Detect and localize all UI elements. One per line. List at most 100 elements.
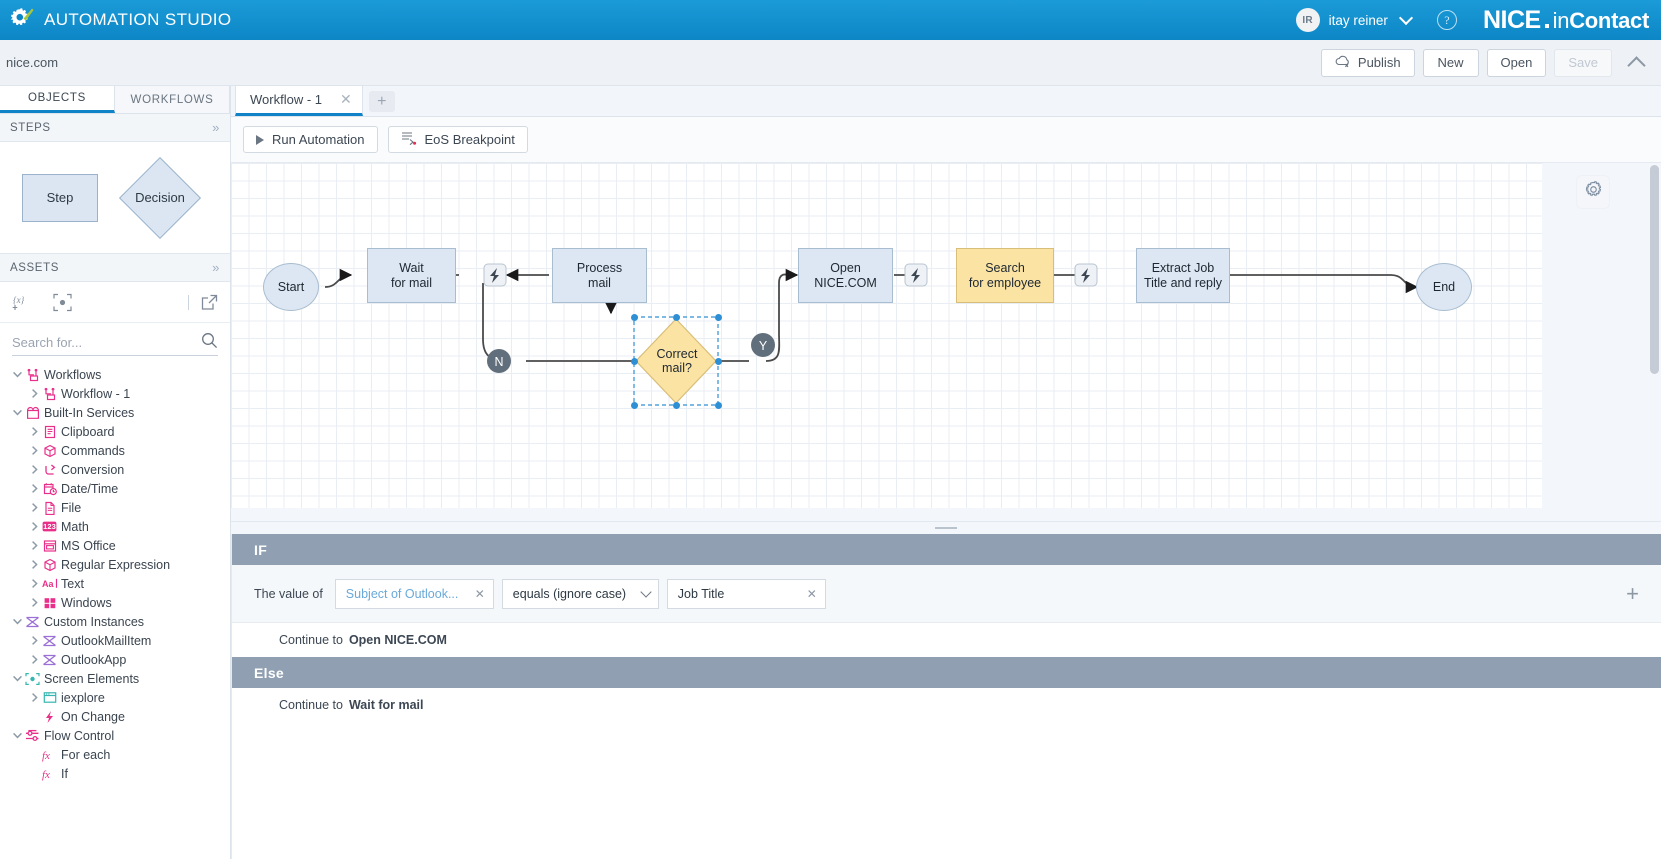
plus-icon[interactable]: + [368,91,395,112]
tree-item-label: File [61,500,82,515]
chevron-right-icon[interactable] [27,578,41,589]
search-input[interactable] [12,335,201,350]
new-button[interactable]: New [1422,48,1479,77]
add-condition-button[interactable]: + [1626,582,1639,605]
tree-item-custom-instances[interactable]: Custom Instances [0,612,230,631]
selection-handle-w[interactable] [630,357,638,365]
add-variable-icon[interactable]: {x} [12,293,31,312]
condition-left-field[interactable]: Subject of Outlook... ✕ [334,578,494,609]
condition-operator-select[interactable]: equals (ignore case) [501,578,659,609]
browser-window-icon [41,691,58,704]
condition-right-field[interactable]: Job Title ✕ [666,578,826,609]
clear-icon[interactable]: ✕ [463,587,485,601]
tree-item-outlookmailitem[interactable]: OutlookMailItem [0,631,230,650]
selection-handle-ne[interactable] [714,313,722,321]
tab-workflows[interactable]: WORKFLOWS [115,86,230,113]
tree-item-if[interactable]: fx If [0,764,230,783]
tree-item-clipboard[interactable]: Clipboard [0,422,230,441]
chevron-right-icon[interactable] [27,559,41,570]
chevron-up-icon[interactable] [1627,55,1646,75]
double-chevron-up-icon[interactable]: » [212,261,220,274]
tree-item-ms-office[interactable]: MS Office [0,536,230,555]
eos-breakpoint-button[interactable]: EoS Breakpoint [387,126,528,153]
tree-item-workflow-1[interactable]: Workflow - 1 [0,384,230,403]
run-automation-button[interactable]: Run Automation [243,126,378,153]
selection-handle-sw[interactable] [630,401,638,409]
chevron-right-icon[interactable] [27,692,41,703]
chevron-right-icon[interactable] [27,540,41,551]
else-continue-row[interactable]: Continue to Wait for mail [232,688,1661,722]
chevron-down-icon[interactable] [10,673,24,684]
node-search-for-employee[interactable]: Search for employee [956,248,1054,303]
selection-handle-e[interactable] [714,357,722,365]
chevron-down-icon[interactable] [1398,10,1414,26]
tree-item-workflows[interactable]: Workflows [0,365,230,384]
node-correct-mail-label[interactable]: Correct mail? [635,318,719,404]
screen-element-picker-icon[interactable] [53,293,72,312]
tree-item-outlookapp[interactable]: OutlookApp [0,650,230,669]
selection-handle-nw[interactable] [630,313,638,321]
node-start[interactable]: Start [263,263,319,311]
chevron-down-icon[interactable] [10,407,24,418]
asset-search-box[interactable] [12,330,218,356]
chevron-right-icon[interactable] [27,445,41,456]
chevron-down-icon[interactable] [10,616,24,627]
canvas-settings-button[interactable] [1577,176,1609,208]
tree-item-math[interactable]: 123 Math [0,517,230,536]
selection-handle-se[interactable] [714,401,722,409]
automation-studio-logo-icon [0,6,44,34]
selection-handle-s[interactable] [672,401,680,409]
tree-item-conversion[interactable]: Conversion [0,460,230,479]
tree-item-regular-expression[interactable]: Regular Expression [0,555,230,574]
palette-decision-shape[interactable]: Decision [114,152,206,244]
tree-item-flow-control[interactable]: Flow Control [0,726,230,745]
help-icon[interactable]: ? [1436,10,1457,30]
chevron-down-icon[interactable] [10,369,24,380]
node-wait-for-mail[interactable]: Wait for mail [367,248,456,303]
scrollbar-thumb[interactable] [1650,165,1659,374]
tree-item-built-in-services[interactable]: Built-In Services [0,403,230,422]
user-name[interactable]: itay reiner [1329,13,1388,28]
chevron-down-icon[interactable] [10,730,24,741]
node-extract-job-title[interactable]: Extract Job Title and reply [1136,248,1230,303]
node-open-nice-com[interactable]: Open NICE.COM [798,248,893,303]
node-end[interactable]: End [1416,263,1472,311]
tree-item-for-each[interactable]: fx For each [0,745,230,764]
open-external-icon[interactable] [201,294,218,311]
tree-item-text[interactable]: Aa Text [0,574,230,593]
workflow-canvas[interactable]: N Y Start Wait for mail Process mail Cor… [231,163,1542,508]
chevron-right-icon[interactable] [27,483,41,494]
chevron-right-icon[interactable] [27,635,41,646]
tree-item-file[interactable]: File [0,498,230,517]
close-icon[interactable]: ✕ [340,91,352,108]
tree-item-windows[interactable]: Windows [0,593,230,612]
chevron-right-icon[interactable] [27,388,41,399]
palette-step-shape[interactable]: Step [22,173,98,222]
tab-workflow-1[interactable]: Workflow - 1 ✕ [235,85,363,116]
chevron-right-icon[interactable] [27,597,41,608]
tree-item-date-time[interactable]: Date/Time [0,479,230,498]
chevron-right-icon[interactable] [27,521,41,532]
chevron-right-icon[interactable] [27,464,41,475]
tree-item-on-change[interactable]: On Change [0,707,230,726]
panel-splitter[interactable] [231,521,1661,534]
edge-badge-n: N [487,349,511,373]
tree-item-commands[interactable]: Commands [0,441,230,460]
double-chevron-up-icon[interactable]: » [212,121,220,134]
tree-item-iexplore[interactable]: iexplore [0,688,230,707]
then-continue-row[interactable]: Continue to Open NICE.COM [232,623,1661,657]
selection-handle-n[interactable] [672,313,680,321]
avatar[interactable]: IR [1295,8,1320,32]
open-button[interactable]: Open [1486,48,1547,77]
chevron-right-icon[interactable] [27,502,41,513]
chevron-right-icon[interactable] [27,426,41,437]
tab-objects[interactable]: OBJECTS [0,86,115,113]
node-process-mail[interactable]: Process mail [552,248,647,303]
search-icon[interactable] [201,332,218,354]
svg-text:Aa: Aa [42,579,54,589]
publish-button[interactable]: Publish [1320,48,1415,77]
chevron-right-icon[interactable] [27,654,41,665]
tree-item-screen-elements[interactable]: Screen Elements [0,669,230,688]
canvas-vertical-scrollbar[interactable] [1650,165,1659,506]
clear-icon[interactable]: ✕ [795,587,817,601]
